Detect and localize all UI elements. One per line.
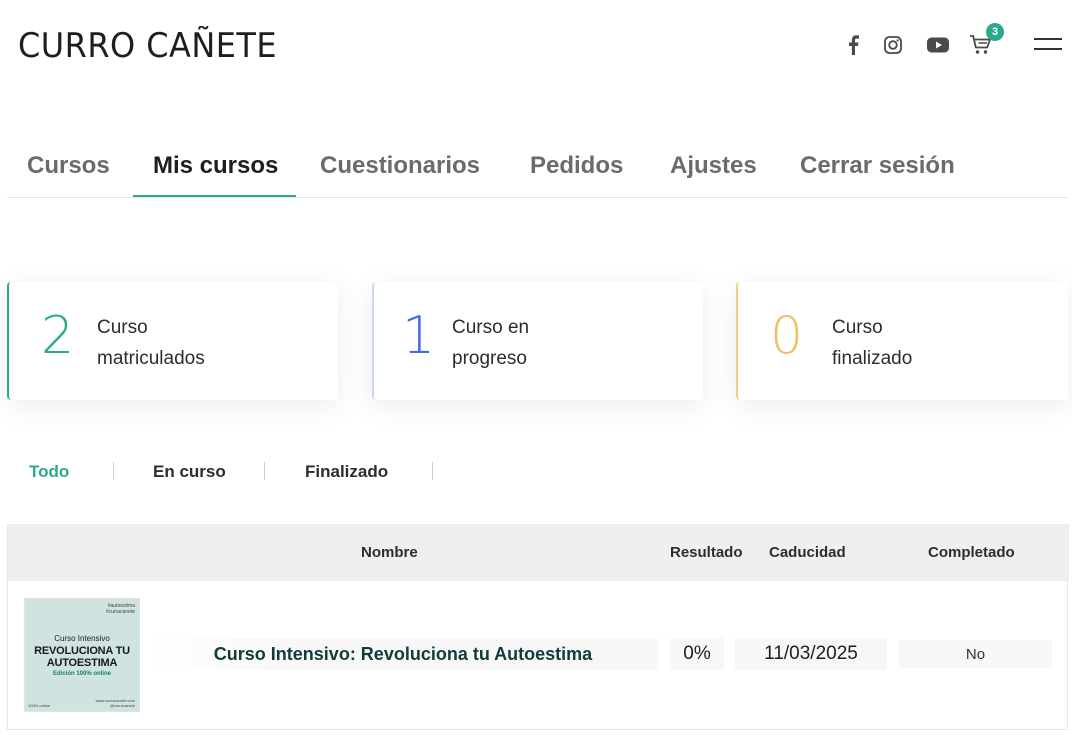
stat-label-line1: Curso <box>832 317 883 338</box>
tab-cursos[interactable]: Cursos <box>27 152 110 180</box>
account-tabs: Cursos Mis cursos Cuestionarios Pedidos … <box>7 140 1068 198</box>
tab-mis-cursos[interactable]: Mis cursos <box>153 152 278 180</box>
stat-label-line2: matriculados <box>97 348 205 369</box>
filter-divider <box>113 462 114 480</box>
thumbnail-tag: #curracanete <box>105 609 135 615</box>
course-name-link[interactable]: Curso Intensivo: Revoluciona tu Autoesti… <box>148 638 658 670</box>
tab-ajustes[interactable]: Ajustes <box>670 152 757 180</box>
cart-count-badge: 3 <box>986 23 1004 41</box>
filter-finalizado[interactable]: Finalizado <box>305 462 388 482</box>
youtube-icon[interactable] <box>925 32 951 58</box>
stat-label-line2: progreso <box>452 348 527 369</box>
stat-label-line1: Curso <box>97 317 148 338</box>
thumbnail-title-line1: REVOLUCIONA TU <box>34 645 130 657</box>
course-result: 0% <box>670 638 724 670</box>
column-header-completed: Completado <box>928 544 1015 561</box>
thumbnail-footer: www.currocanete.com @currocanete <box>96 698 135 708</box>
tab-cerrar-sesion[interactable]: Cerrar sesión <box>800 152 955 180</box>
stat-label-line1: Curso en <box>452 317 530 338</box>
thumbnail-footer-line: @currocanete <box>109 703 135 708</box>
stat-label-line2: finalizado <box>832 348 913 369</box>
column-header-name: Nombre <box>361 544 418 561</box>
tab-pedidos[interactable]: Pedidos <box>530 152 623 180</box>
active-tab-indicator <box>133 195 296 197</box>
thumbnail-edition: Edición 100% online <box>52 671 111 677</box>
thumbnail-title-line2: AUTOESTIMA <box>46 657 118 669</box>
stat-value: 2 <box>41 306 75 366</box>
column-header-expiry: Caducidad <box>769 544 846 561</box>
column-header-result: Resultado <box>670 544 743 561</box>
stat-value: 0 <box>770 306 804 366</box>
stat-card-finished: 0 Curso finalizado <box>736 282 1068 400</box>
instagram-icon[interactable] <box>880 32 906 58</box>
filter-todo[interactable]: Todo <box>29 462 69 482</box>
thumbnail-subtitle: Curso Intensivo <box>54 634 110 643</box>
course-completed: No <box>899 640 1052 668</box>
thumbnail-tags: #autoestima #curracanete <box>106 603 135 615</box>
filter-divider <box>264 462 265 480</box>
stat-value: 1 <box>402 306 436 366</box>
table-row: #autoestima #curracanete Curso Intensivo… <box>8 581 1067 729</box>
courses-table: Nombre Resultado Caducidad Completado #a… <box>7 524 1069 730</box>
menu-icon[interactable] <box>1034 36 1062 52</box>
facebook-icon[interactable] <box>840 32 866 58</box>
thumbnail-footer-left: 100% online <box>28 703 51 708</box>
stat-label: Curso finalizado <box>832 312 992 374</box>
tab-cuestionarios[interactable]: Cuestionarios <box>320 152 480 180</box>
stat-label: Curso en progreso <box>452 312 612 374</box>
course-thumbnail[interactable]: #autoestima #curracanete Curso Intensivo… <box>24 598 140 712</box>
stat-label: Curso matriculados <box>97 312 257 374</box>
table-header: Nombre Resultado Caducidad Completado <box>8 524 1069 581</box>
course-expiry: 11/03/2025 <box>735 638 887 670</box>
stat-card-in-progress: 1 Curso en progreso <box>372 282 703 400</box>
stat-card-enrolled: 2 Curso matriculados <box>7 282 338 400</box>
filter-en-curso[interactable]: En curso <box>153 462 226 482</box>
thumbnail-title: REVOLUCIONA TU AUTOESTIMA <box>25 645 139 669</box>
filter-divider <box>432 462 433 480</box>
site-logo[interactable]: CURRO CAÑETE <box>18 26 277 66</box>
